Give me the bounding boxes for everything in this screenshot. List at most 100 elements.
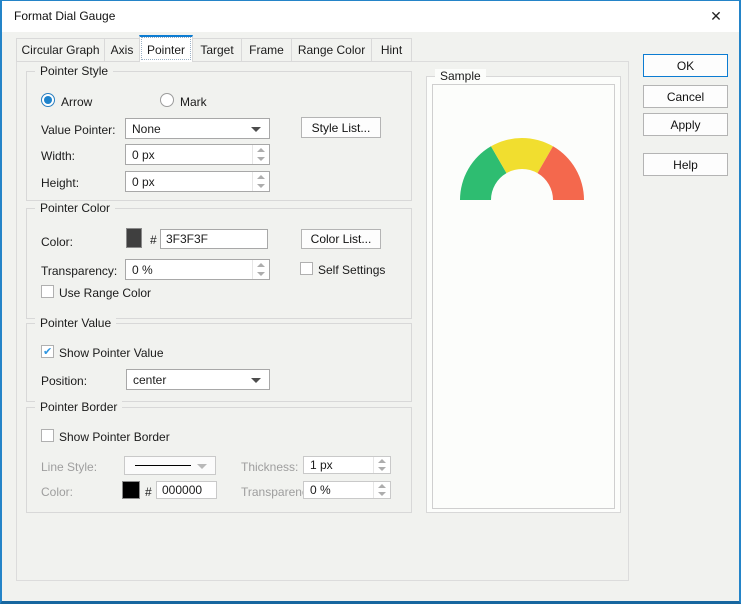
window-title: Format Dial Gauge	[14, 9, 115, 23]
tab-label: Range Color	[298, 43, 365, 57]
spinner-buttons[interactable]	[252, 172, 269, 191]
group-pointer-value: Pointer Value Show Pointer Value Positio…	[26, 323, 412, 402]
color-list-button-label: Color List...	[311, 232, 372, 246]
close-icon[interactable]: ✕	[703, 6, 729, 26]
spinner-down-icon[interactable]	[253, 182, 269, 192]
tab-pointer[interactable]: Pointer	[139, 35, 193, 62]
titlebar: Format Dial Gauge ✕	[2, 1, 739, 32]
arrow-radio-label[interactable]: Arrow	[61, 95, 92, 109]
position-label: Position:	[41, 374, 87, 388]
line-style-label: Line Style:	[41, 460, 97, 474]
sample-legend: Sample	[435, 69, 486, 83]
chevron-down-icon	[251, 378, 261, 383]
color-list-button[interactable]: Color List...	[301, 229, 381, 249]
hash-label: #	[150, 233, 157, 247]
show-pointer-value-label[interactable]: Show Pointer Value	[59, 346, 164, 360]
border-color-swatch[interactable]	[122, 481, 140, 499]
spinner-down-icon[interactable]	[374, 490, 390, 498]
chevron-down-icon	[197, 464, 207, 469]
value-pointer-value: None	[132, 122, 161, 136]
value-pointer-label: Value Pointer:	[41, 123, 116, 137]
border-transparency-spinner[interactable]: 0 %	[303, 481, 391, 499]
value-pointer-dropdown[interactable]: None	[125, 118, 270, 139]
tab-frame[interactable]: Frame	[241, 38, 292, 62]
ok-button-label: OK	[677, 59, 694, 73]
thickness-value: 1 px	[310, 458, 333, 472]
tab-target[interactable]: Target	[192, 38, 242, 62]
show-pointer-value-checkbox[interactable]	[41, 345, 54, 358]
thickness-spinner[interactable]: 1 px	[303, 456, 391, 474]
style-list-button-label: Style List...	[312, 121, 371, 135]
format-dial-gauge-dialog: Format Dial Gauge ✕ Circular Graph Axis …	[0, 0, 741, 604]
group-legend: Pointer Border	[35, 400, 122, 414]
line-style-dropdown[interactable]	[124, 456, 216, 475]
group-sample: Sample	[426, 76, 621, 513]
tab-panel: Pointer Style Arrow Mark Value Pointer: …	[16, 61, 629, 581]
spinner-up-icon[interactable]	[374, 457, 390, 465]
group-legend: Pointer Color	[35, 201, 115, 215]
spinner-up-icon[interactable]	[253, 260, 269, 270]
tab-label: Target	[200, 43, 233, 57]
width-spinner[interactable]: 0 px	[125, 144, 270, 165]
border-color-label: Color:	[41, 485, 73, 499]
spinner-up-icon[interactable]	[253, 145, 269, 155]
arrow-radio[interactable]	[41, 93, 55, 107]
height-value: 0 px	[132, 175, 155, 189]
sample-canvas	[432, 84, 615, 509]
group-pointer-border: Pointer Border Show Pointer Border Line …	[26, 407, 412, 513]
border-color-hex-input[interactable]	[156, 481, 217, 499]
color-hex-input[interactable]	[160, 229, 268, 249]
self-settings-checkbox[interactable]	[300, 262, 313, 275]
width-label: Width:	[41, 149, 75, 163]
use-range-color-checkbox[interactable]	[41, 285, 54, 298]
tab-label: Hint	[381, 43, 402, 57]
cancel-button-label: Cancel	[667, 90, 704, 104]
transparency-value: 0 %	[132, 263, 153, 277]
border-transparency-value: 0 %	[310, 483, 331, 497]
show-pointer-border-label[interactable]: Show Pointer Border	[59, 430, 170, 444]
group-legend: Pointer Value	[35, 316, 116, 330]
help-button-label: Help	[673, 158, 698, 172]
spinner-down-icon[interactable]	[374, 465, 390, 473]
tab-axis[interactable]: Axis	[104, 38, 140, 62]
group-pointer-color: Pointer Color Color: # Color List... Tra…	[26, 208, 412, 319]
self-settings-label[interactable]: Self Settings	[318, 263, 385, 277]
spinner-buttons[interactable]	[373, 482, 390, 498]
thickness-label: Thickness:	[241, 460, 298, 474]
tab-label: Circular Graph	[21, 43, 99, 57]
mark-radio-label[interactable]: Mark	[180, 95, 207, 109]
apply-button-label: Apply	[670, 118, 700, 132]
chevron-down-icon	[251, 127, 261, 132]
tab-label: Axis	[111, 43, 134, 57]
color-label: Color:	[41, 235, 73, 249]
spinner-up-icon[interactable]	[374, 482, 390, 490]
spinner-buttons[interactable]	[373, 457, 390, 473]
apply-button[interactable]: Apply	[643, 113, 728, 136]
spinner-down-icon[interactable]	[253, 270, 269, 280]
spinner-buttons[interactable]	[252, 145, 269, 164]
spinner-up-icon[interactable]	[253, 172, 269, 182]
help-button[interactable]: Help	[643, 153, 728, 176]
transparency-spinner[interactable]: 0 %	[125, 259, 270, 280]
border-hash-label: #	[145, 485, 152, 499]
color-swatch[interactable]	[126, 228, 142, 248]
transparency-label: Transparency:	[41, 264, 117, 278]
use-range-color-label[interactable]: Use Range Color	[59, 286, 151, 300]
tab-hint[interactable]: Hint	[371, 38, 412, 62]
group-pointer-style: Pointer Style Arrow Mark Value Pointer: …	[26, 71, 412, 201]
spinner-buttons[interactable]	[252, 260, 269, 279]
height-label: Height:	[41, 176, 79, 190]
mark-radio[interactable]	[160, 93, 174, 107]
tab-label: Frame	[249, 43, 284, 57]
ok-button[interactable]: OK	[643, 54, 728, 77]
show-pointer-border-checkbox[interactable]	[41, 429, 54, 442]
width-value: 0 px	[132, 148, 155, 162]
tab-circular-graph[interactable]: Circular Graph	[16, 38, 105, 62]
tab-label: Pointer	[147, 43, 185, 57]
position-dropdown[interactable]: center	[126, 369, 270, 390]
spinner-down-icon[interactable]	[253, 155, 269, 165]
cancel-button[interactable]: Cancel	[643, 85, 728, 108]
tab-range-color[interactable]: Range Color	[291, 38, 372, 62]
style-list-button[interactable]: Style List...	[301, 117, 381, 138]
height-spinner[interactable]: 0 px	[125, 171, 270, 192]
